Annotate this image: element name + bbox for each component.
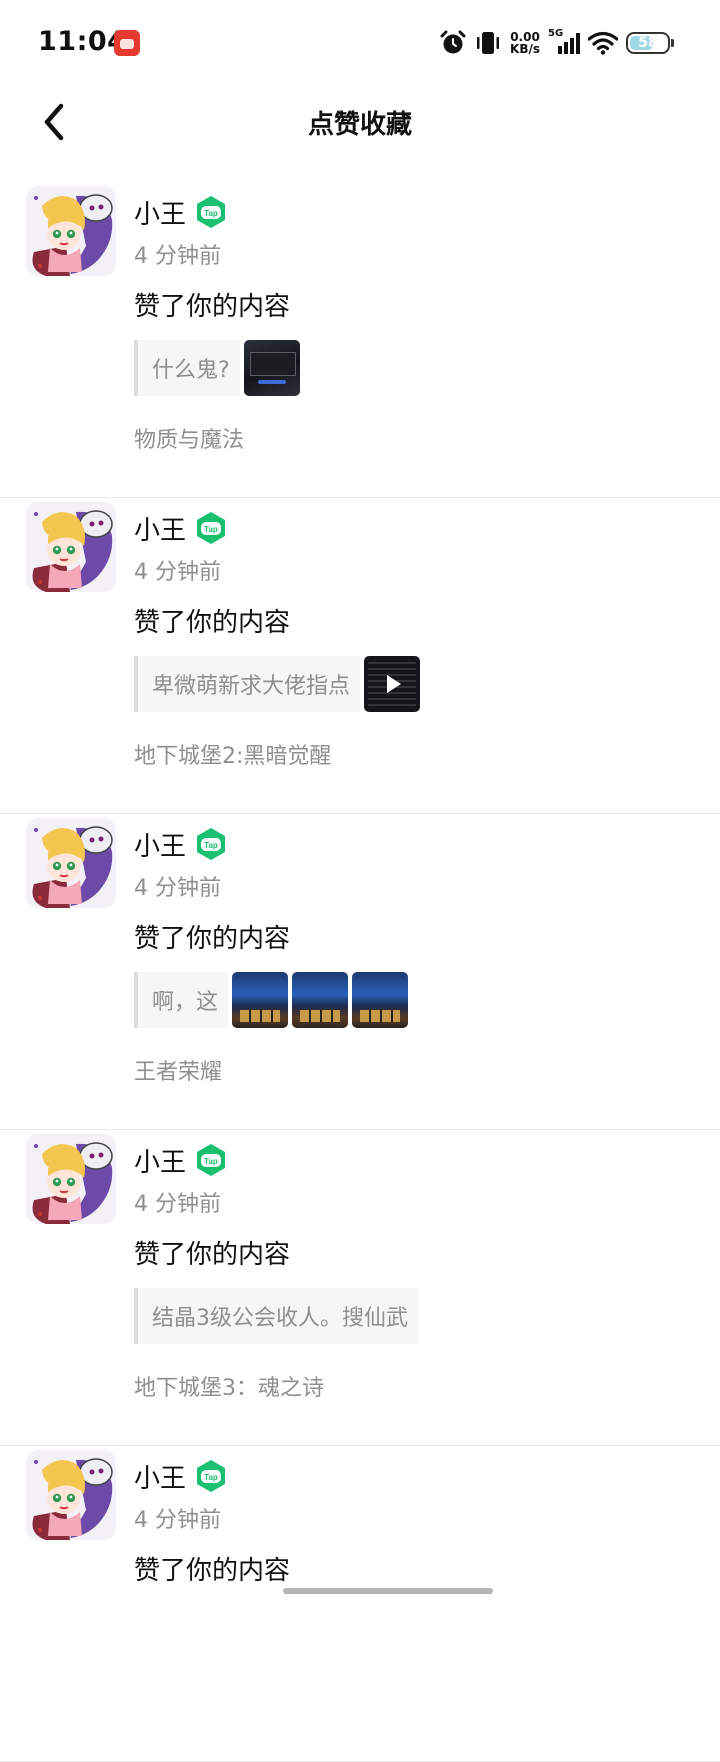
- app-header: 点赞收藏: [0, 88, 720, 158]
- quoted-post[interactable]: 卑微萌新求大佬指点: [134, 656, 421, 712]
- game-tag[interactable]: 物质与魔法: [134, 422, 244, 454]
- action-text: 赞了你的内容: [134, 1240, 291, 1270]
- avatar-image: [26, 818, 116, 908]
- timestamp: 4 分钟前: [134, 560, 221, 585]
- avatar-image: [26, 186, 116, 276]
- user-row: 小王 Tap: [134, 510, 228, 546]
- timestamp: 4 分钟前: [134, 1192, 221, 1217]
- tap-badge-text: Tap: [204, 209, 218, 218]
- like-notification-item[interactable]: 小王 Tap 4 分钟前 赞了你的内容 啊，这 王者荣耀: [0, 814, 720, 1130]
- battery-icon: 58: [626, 32, 674, 54]
- quoted-post-thumbnails: [360, 656, 421, 712]
- avatar[interactable]: [26, 186, 116, 276]
- tap-badge-icon: Tap: [197, 1144, 226, 1176]
- user-name[interactable]: 小王: [134, 1142, 186, 1179]
- image-thumbnail[interactable]: [232, 972, 289, 1028]
- avatar[interactable]: [26, 502, 116, 592]
- game-tag[interactable]: 地下城堡3：魂之诗: [134, 1370, 324, 1402]
- user-row: 小王 Tap: [134, 826, 228, 862]
- avatar[interactable]: [26, 1134, 116, 1224]
- like-notification-list: 小王 Tap 4 分钟前 赞了你的内容 什么鬼? 物质与魔法 小王 Tap 4 …: [0, 182, 720, 1762]
- like-notification-item[interactable]: 小王 Tap 4 分钟前 赞了你的内容 什么鬼? 物质与魔法: [0, 182, 720, 498]
- page-title: 点赞收藏: [307, 110, 412, 140]
- quoted-post-text: 啊，这: [152, 990, 219, 1015]
- action-text: 赞了你的内容: [134, 608, 291, 638]
- timestamp: 4 分钟前: [134, 876, 221, 901]
- avatar-image: [26, 1134, 116, 1224]
- cellular-signal: 5G: [548, 28, 580, 56]
- game-tag[interactable]: 地下城堡2:黑暗觉醒: [134, 738, 331, 770]
- image-thumbnail[interactable]: [243, 340, 300, 396]
- video-thumbnail[interactable]: [364, 656, 421, 712]
- quoted-post-thumbnails: [228, 972, 409, 1028]
- avatar-image: [26, 502, 116, 592]
- item-content: 小王 Tap 4 分钟前 赞了你的内容 什么鬼? 物质与魔法: [134, 182, 706, 498]
- user-name[interactable]: 小王: [134, 510, 186, 547]
- wifi-icon: [588, 31, 618, 55]
- action-text: 赞了你的内容: [134, 924, 291, 954]
- status-bar: 11:04 0.00 KB/s 5G 58: [0, 0, 720, 88]
- avatar[interactable]: [26, 1450, 116, 1540]
- avatar-image: [26, 1450, 116, 1540]
- timestamp: 4 分钟前: [134, 1508, 221, 1533]
- tap-badge-text: Tap: [204, 841, 218, 850]
- item-content: 小王 Tap 4 分钟前 赞了你的内容 啊，这 王者荣耀: [134, 814, 706, 1130]
- tap-badge-text: Tap: [204, 1473, 218, 1482]
- like-notification-item[interactable]: 小王 Tap 4 分钟前 赞了你的内容: [0, 1446, 720, 1762]
- item-content: 小王 Tap 4 分钟前 赞了你的内容 结晶3级公会收人。搜仙武 地下城堡3：魂…: [134, 1130, 706, 1446]
- item-content: 小王 Tap 4 分钟前 赞了你的内容: [134, 1446, 706, 1762]
- network-speed-unit: KB/s: [510, 42, 540, 56]
- user-name[interactable]: 小王: [134, 826, 186, 863]
- notification-app-icon: [114, 30, 140, 56]
- user-row: 小王 Tap: [134, 194, 228, 230]
- play-icon: [387, 675, 402, 693]
- image-thumbnail[interactable]: [292, 972, 349, 1028]
- image-thumbnail[interactable]: [352, 972, 409, 1028]
- quoted-post-thumbnails: [239, 340, 300, 396]
- battery-cap: [671, 39, 674, 47]
- item-content: 小王 Tap 4 分钟前 赞了你的内容 卑微萌新求大佬指点 地下城堡2:黑暗觉醒: [134, 498, 706, 814]
- tap-badge-icon: Tap: [197, 512, 226, 544]
- tap-badge-icon: Tap: [197, 1460, 226, 1492]
- tap-badge-icon: Tap: [197, 828, 226, 860]
- user-name[interactable]: 小王: [134, 1458, 186, 1495]
- tap-badge-icon: Tap: [197, 196, 226, 228]
- user-row: 小王 Tap: [134, 1142, 228, 1178]
- action-text: 赞了你的内容: [134, 292, 291, 322]
- quoted-post[interactable]: 结晶3级公会收人。搜仙武: [134, 1288, 418, 1344]
- quoted-post[interactable]: 什么鬼?: [134, 340, 300, 396]
- timestamp: 4 分钟前: [134, 244, 221, 269]
- alarm-icon: [440, 30, 466, 54]
- quoted-post[interactable]: 啊，这: [134, 972, 409, 1028]
- user-row: 小王 Tap: [134, 1458, 228, 1494]
- tap-badge-text: Tap: [204, 1157, 218, 1166]
- action-text: 赞了你的内容: [134, 1556, 291, 1586]
- game-tag[interactable]: 王者荣耀: [134, 1054, 222, 1086]
- like-notification-item[interactable]: 小王 Tap 4 分钟前 赞了你的内容 卑微萌新求大佬指点 地下城堡2:黑暗觉醒: [0, 498, 720, 814]
- quoted-post-text: 卑微萌新求大佬指点: [152, 674, 351, 699]
- avatar[interactable]: [26, 818, 116, 908]
- user-name[interactable]: 小王: [134, 194, 186, 231]
- signal-bars-icon: [558, 33, 580, 54]
- vibrate-icon: [477, 32, 500, 54]
- status-icons: 0.00 KB/s 5G 58: [440, 26, 674, 60]
- quoted-post-text: 什么鬼?: [152, 358, 230, 383]
- battery-level: 58: [638, 35, 658, 51]
- quoted-post-text: 结晶3级公会收人。搜仙武: [152, 1306, 408, 1331]
- network-speed: 0.00 KB/s: [510, 31, 540, 55]
- tap-badge-text: Tap: [204, 525, 218, 534]
- home-indicator[interactable]: [283, 1588, 493, 1594]
- like-notification-item[interactable]: 小王 Tap 4 分钟前 赞了你的内容 结晶3级公会收人。搜仙武 地下城堡3：魂…: [0, 1130, 720, 1446]
